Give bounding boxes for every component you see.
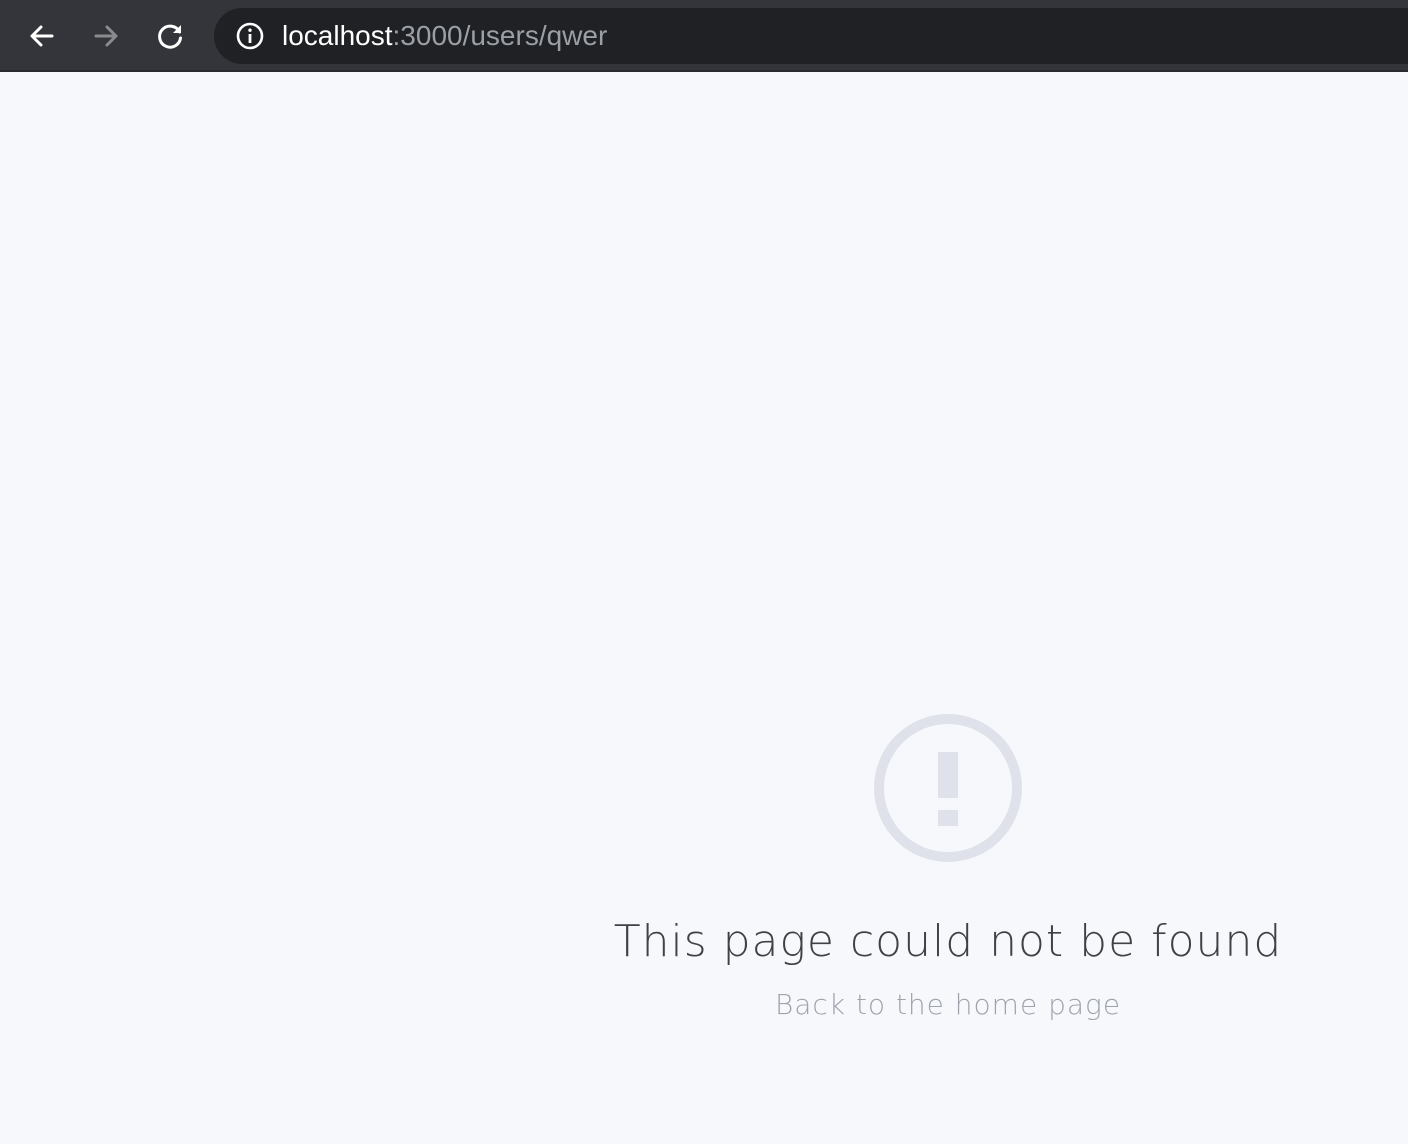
- url-path: :3000/users/qwer: [392, 20, 608, 51]
- page-content: [0, 72, 1408, 1144]
- forward-button[interactable]: [82, 12, 130, 60]
- url-host: localhost: [282, 20, 393, 51]
- reload-button[interactable]: [146, 12, 194, 60]
- info-icon[interactable]: [234, 20, 266, 52]
- back-to-home-link[interactable]: Back to the home page: [648, 988, 1248, 1021]
- arrow-left-icon: [30, 25, 54, 47]
- url-text[interactable]: localhost:3000/users/qwer: [282, 8, 607, 64]
- arrow-right-icon: [94, 25, 118, 47]
- back-button[interactable]: [18, 12, 66, 60]
- browser-toolbar: localhost:3000/users/qwer: [0, 0, 1408, 72]
- address-bar[interactable]: localhost:3000/users/qwer: [214, 8, 1408, 64]
- reload-icon: [158, 24, 182, 49]
- exclamation-circle-icon: [874, 714, 1022, 862]
- page-title: This page could not be found: [613, 916, 1283, 967]
